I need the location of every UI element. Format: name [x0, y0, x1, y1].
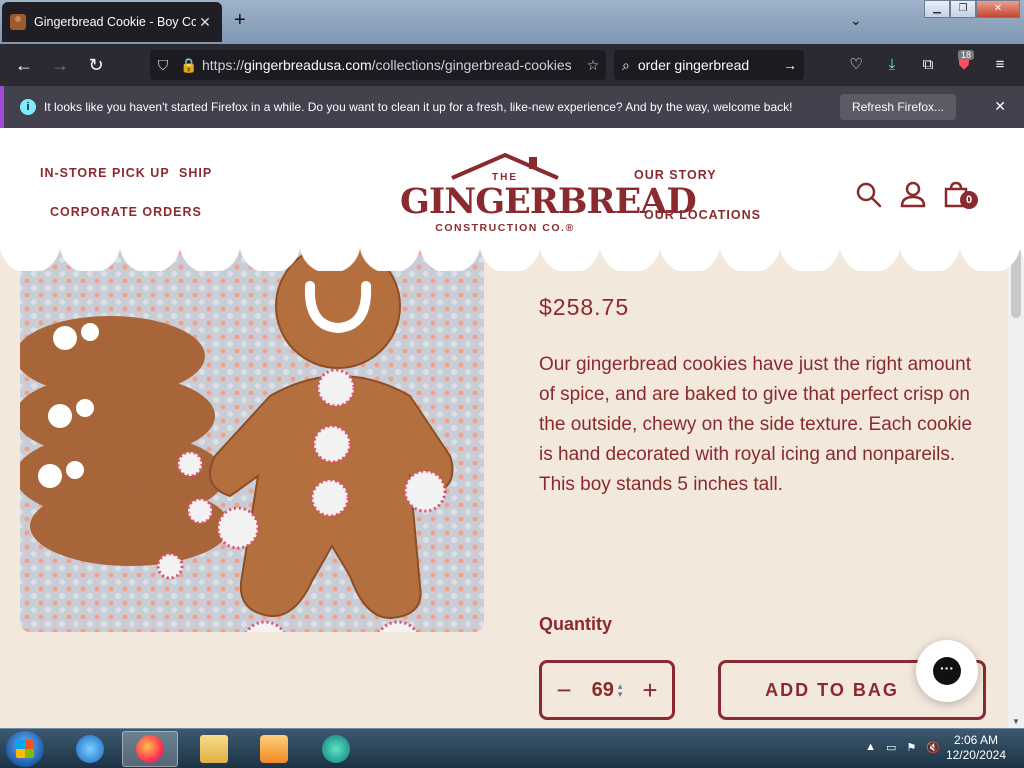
product-image[interactable]	[20, 246, 484, 632]
taskbar-internet-explorer[interactable]	[62, 731, 118, 767]
taskbar-firefox[interactable]	[122, 731, 178, 767]
forward-arrow-icon[interactable]: →	[48, 53, 72, 77]
start-button[interactable]	[6, 731, 44, 767]
close-notification-icon[interactable]: ✕	[994, 98, 1006, 115]
quantity-input[interactable]: 69 ▴ ▾	[592, 679, 623, 702]
app-globe-icon	[322, 735, 350, 763]
minimize-button[interactable]: ▁	[924, 0, 950, 18]
scroll-down-arrow-icon[interactable]: ▼	[1008, 717, 1024, 726]
nav-corporate-orders[interactable]: CORPORATE ORDERS	[50, 205, 202, 219]
account-icon[interactable]	[898, 180, 928, 210]
network-icon[interactable]: ▭	[886, 741, 896, 754]
system-tray: ▲ ▭ ⚑ 🔇	[865, 741, 940, 754]
downloads-icon[interactable]: ⤓	[880, 53, 904, 77]
nav-our-story[interactable]: OUR STORY	[634, 168, 717, 182]
taskbar-media-player[interactable]	[246, 731, 302, 767]
media-player-icon	[260, 735, 288, 763]
tab-title: Gingerbread Cookie - Boy Cookie	[34, 15, 196, 29]
gingerbread-favicon-icon	[10, 14, 26, 30]
maximize-button[interactable]: ❐	[950, 0, 976, 18]
firefox-icon	[136, 735, 164, 763]
tab-strip: Gingerbread Cookie - Boy Cookie ✕ + ⌄ ▁ …	[0, 0, 1024, 44]
quantity-stepper: − 69 ▴ ▾ +	[539, 660, 675, 720]
increase-quantity-button[interactable]: +	[638, 677, 662, 703]
taskbar-app[interactable]	[308, 731, 364, 767]
taskbar-clock[interactable]: 2:06 AM 12/20/2024	[946, 733, 1006, 763]
bookmark-star-icon[interactable]: ☆	[580, 57, 606, 74]
header-scallop-border	[0, 243, 1024, 271]
internet-explorer-icon	[76, 735, 104, 763]
nav-our-locations[interactable]: OUR LOCATIONS	[644, 208, 761, 222]
search-input[interactable]: order gingerbread	[638, 57, 749, 73]
windows-logo-icon	[16, 740, 34, 758]
navigation-toolbar: ← → ↻ ⛉ 🔒 https://gingerbreadusa.com/col…	[0, 44, 1024, 86]
spinner-arrows-icon[interactable]: ▴ ▾	[618, 682, 623, 699]
pocket-icon[interactable]: ♡	[844, 53, 868, 77]
notification-message: It looks like you haven't started Firefo…	[44, 100, 793, 114]
url-text[interactable]: https://gingerbreadusa.com/collections/g…	[202, 57, 580, 73]
volume-muted-icon[interactable]: 🔇	[926, 741, 940, 754]
clock-time: 2:06 AM	[953, 733, 998, 747]
cart-count-badge: 0	[960, 191, 978, 209]
quantity-label: Quantity	[539, 614, 613, 634]
logo-gingerbread: GINGERBREAD	[400, 181, 697, 222]
search-bar[interactable]: ⌕ order gingerbread →	[614, 50, 804, 80]
logo-construction-co: CONSTRUCTION CO.®	[435, 222, 575, 234]
window-controls: ▁ ❐ ✕	[924, 0, 1020, 18]
new-tab-button[interactable]: +	[234, 10, 246, 30]
clock-date: 12/20/2024	[945, 748, 1006, 762]
menu-hamburger-icon[interactable]: ≡	[988, 53, 1012, 77]
search-go-arrow-icon[interactable]: →	[776, 57, 804, 73]
refresh-notification-bar: i It looks like you haven't started Fire…	[0, 86, 1024, 128]
show-hidden-icons-icon[interactable]: ▲	[865, 741, 876, 754]
folder-icon	[200, 735, 228, 763]
site-header: IN-STORE PICK UP SHIP CORPORATE ORDERS T…	[0, 128, 1024, 248]
chat-widget-button[interactable]: ···	[916, 640, 978, 702]
shield-icon[interactable]: ⛉	[150, 57, 176, 74]
windows-taskbar: ▲ ▭ ⚑ 🔇 2:06 AM 12/20/2024	[0, 728, 1024, 768]
search-icon[interactable]	[854, 180, 884, 210]
close-tab-icon[interactable]: ✕	[196, 14, 214, 31]
gingerbread-cookies-illustration	[20, 246, 454, 632]
lock-icon[interactable]: 🔒	[176, 57, 202, 74]
reload-icon[interactable]: ↻	[84, 53, 108, 77]
nav-ship[interactable]: SHIP	[179, 166, 212, 180]
tab-active[interactable]: Gingerbread Cookie - Boy Cookie ✕	[2, 2, 222, 42]
back-arrow-icon[interactable]: ←	[12, 53, 36, 77]
refresh-firefox-button[interactable]: Refresh Firefox...	[839, 94, 956, 120]
chat-bubble-icon: ···	[933, 657, 961, 685]
extensions-icon[interactable]: ⧉	[916, 53, 940, 77]
nav-in-store-pickup[interactable]: IN-STORE PICK UP	[40, 166, 170, 180]
taskbar-file-explorer[interactable]	[186, 731, 242, 767]
quantity-value[interactable]: 69	[592, 679, 614, 702]
web-page: IN-STORE PICK UP SHIP CORPORATE ORDERS T…	[0, 128, 1024, 728]
info-icon: i	[20, 99, 36, 115]
close-window-button[interactable]: ✕	[976, 0, 1020, 18]
product-description: Our gingerbread cookies have just the ri…	[539, 354, 973, 495]
decrease-quantity-button[interactable]: −	[552, 677, 576, 703]
product-price: $258.75	[539, 294, 630, 320]
search-icon: ⌕	[622, 56, 630, 73]
url-bar[interactable]: ⛉ 🔒 https://gingerbreadusa.com/collectio…	[150, 50, 606, 80]
action-center-flag-icon[interactable]: ⚑	[906, 741, 916, 754]
extension-badge: 18	[958, 50, 975, 60]
chevron-down-icon[interactable]: ⌄	[850, 12, 862, 29]
site-logo[interactable]: THE GINGERBREAD CONSTRUCTION CO.®	[400, 152, 697, 238]
